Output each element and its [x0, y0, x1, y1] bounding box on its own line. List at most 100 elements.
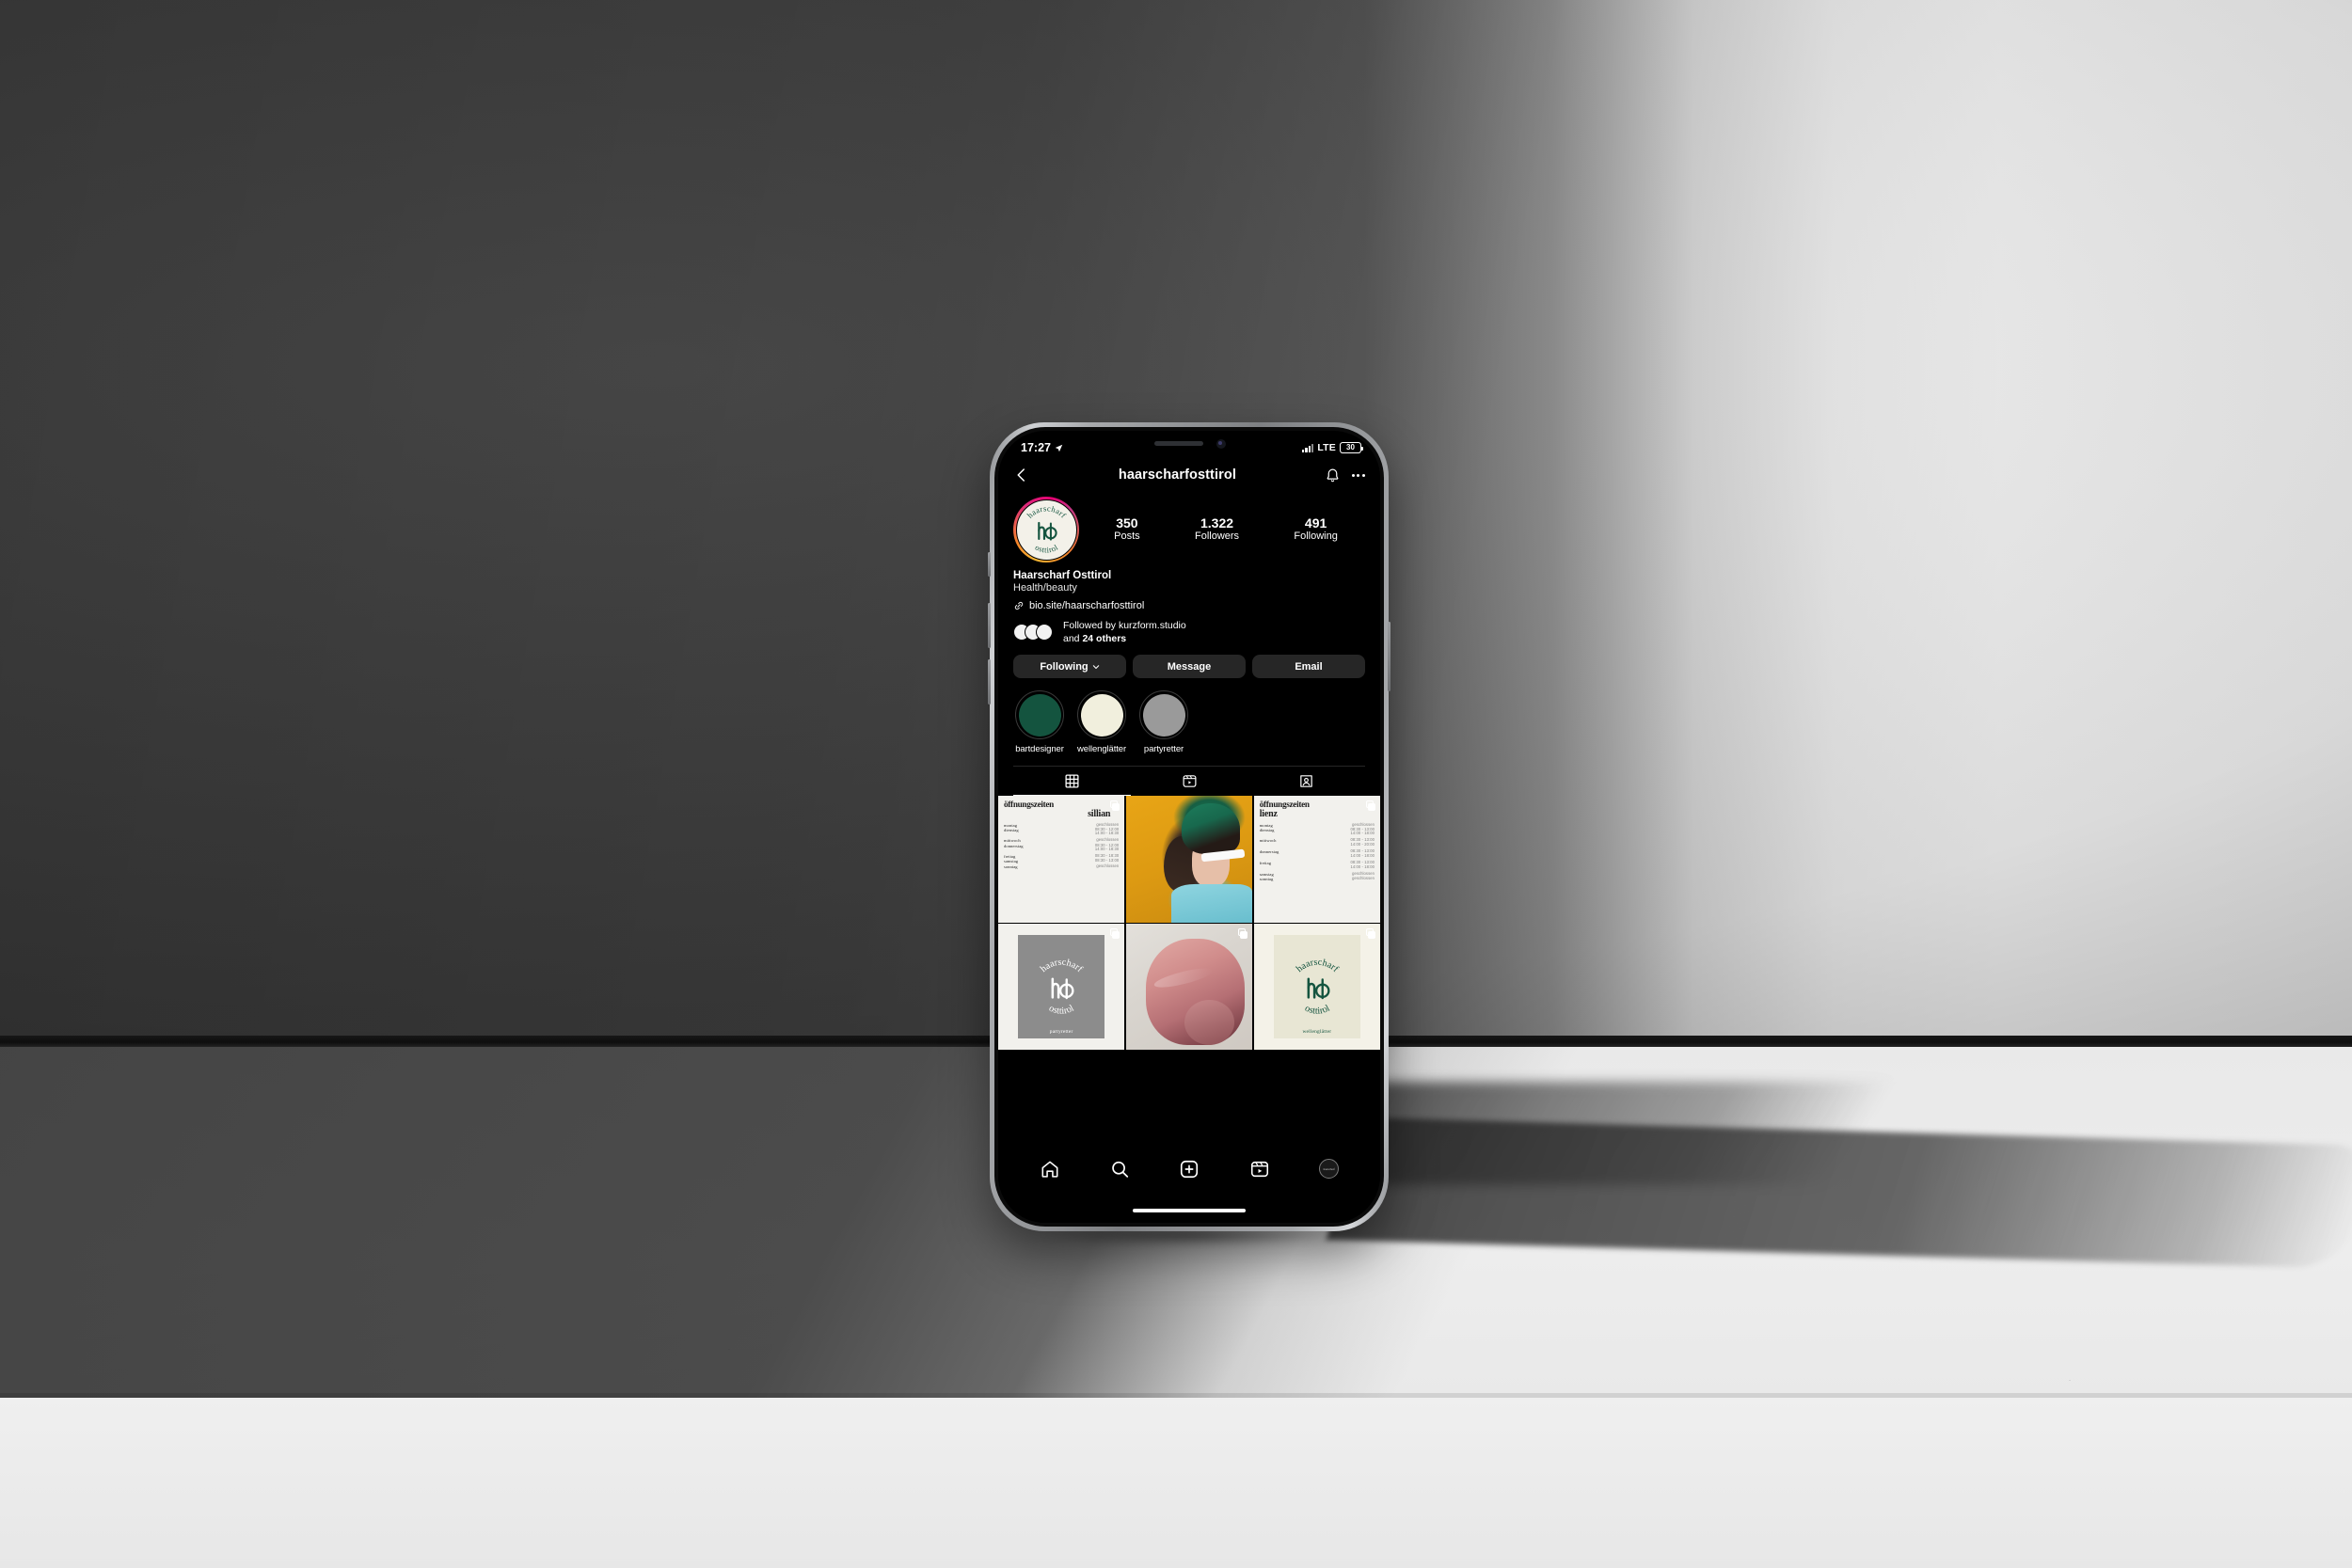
- opening-hours-day: sonntag: [1259, 876, 1274, 881]
- opening-hours-row: dienstag 08:30 - 13:00 14:00 - 18:00: [1260, 826, 1375, 836]
- battery-level: 30: [1346, 443, 1355, 451]
- home-indicator[interactable]: [1133, 1208, 1246, 1212]
- bio-link-row[interactable]: bio.site/haarscharfosttirol: [1013, 600, 1365, 611]
- opening-hours-card: öffnungszeiten sillian montag geschlossen…: [998, 796, 1125, 923]
- opening-hours-day: donnerstag: [1259, 849, 1279, 855]
- followed-by-user: kurzform.studio: [1118, 620, 1186, 631]
- opening-hours-row: donnerstag 08:30 - 13:00 14:00 - 18:00: [1260, 849, 1375, 858]
- followers-count: 1.322: [1200, 515, 1234, 531]
- avatar-story-ring[interactable]: haarscharf osttirol: [1013, 497, 1079, 562]
- highlight-label: wellenglätter: [1077, 744, 1127, 755]
- opening-hours-row: sonntag geschlossen: [1259, 876, 1375, 881]
- status-time: 17:27: [1021, 441, 1051, 454]
- following-count: 491: [1304, 515, 1327, 531]
- volume-up-button[interactable]: [988, 603, 991, 648]
- profile-summary: haarscharf osttirol 350 Posts 1.322 Foll…: [1013, 497, 1365, 562]
- bell-icon[interactable]: [1325, 467, 1341, 483]
- home-icon[interactable]: [1040, 1159, 1060, 1180]
- email-button[interactable]: Email: [1252, 655, 1365, 679]
- instagram-header: haarscharfosttirol: [998, 459, 1380, 491]
- tagged-icon: [1300, 775, 1312, 787]
- followed-by-count: 24 others: [1082, 633, 1127, 645]
- post-cell[interactable]: öffnungszeiten sillian montag geschlossen…: [998, 796, 1125, 923]
- followed-by-text: Followed by kurzform.studio and 24 others: [1063, 619, 1186, 645]
- story-highlights: bartdesigner wellenglätter partyretter: [1013, 690, 1365, 754]
- carousel-icon: [1109, 928, 1120, 939]
- stamp-graphic: haarscharf osttirol: [1015, 932, 1108, 1042]
- ellipsis-icon[interactable]: [1351, 473, 1365, 477]
- carousel-icon: [1237, 928, 1248, 939]
- reels-icon[interactable]: [1249, 1159, 1270, 1180]
- opening-hours-rows: montag geschlossen dienstag 08:30 - 12:00 14…: [1004, 822, 1119, 869]
- power-button[interactable]: [1388, 622, 1391, 691]
- grid-icon: [1065, 774, 1079, 788]
- stat-posts[interactable]: 350 Posts: [1114, 515, 1140, 543]
- avatar[interactable]: haarscharf osttirol: [1015, 499, 1077, 561]
- reels-icon: [1183, 775, 1196, 787]
- opening-hours-time: 08:30 - 13:00 14:00 - 18:00: [1350, 848, 1375, 858]
- post-photo-green-hair: [1125, 796, 1253, 923]
- brand-logo-icon: haarscharf osttirol: [1039, 958, 1085, 1017]
- opening-hours-row: donnerstag 08:30 - 12:00 14:00 - 18:30: [1004, 843, 1119, 852]
- highlight-partyretter[interactable]: partyretter: [1139, 690, 1188, 754]
- following-button[interactable]: Following: [1013, 655, 1126, 679]
- profile-avatar-nav[interactable]: haarscharf: [1318, 1159, 1339, 1179]
- status-bar: 17:27 LTE 30: [998, 431, 1380, 459]
- followed-avatar: [1036, 624, 1053, 641]
- opening-hours-day: mittwoch: [1259, 838, 1277, 844]
- opening-hours-time: 08:30 - 13:00 14:00 - 20:00: [1350, 837, 1375, 847]
- hair-bun: [1184, 999, 1235, 1046]
- denim-jacket: [1171, 884, 1253, 923]
- post-cell[interactable]: [1125, 796, 1253, 923]
- svg-text:haarscharf: haarscharf: [1039, 958, 1085, 975]
- silent-switch[interactable]: [988, 552, 991, 577]
- profile-body: haarscharf osttirol 350 Posts 1.322 Foll…: [998, 497, 1380, 797]
- tab-reels[interactable]: [1131, 767, 1248, 795]
- highlight-cover: [1139, 690, 1188, 740]
- post-cell[interactable]: haarscharf osttirol: [998, 924, 1125, 1051]
- followed-by-and: and: [1063, 633, 1083, 645]
- network-label: LTE: [1317, 442, 1336, 453]
- stamp-word: partyretter: [1049, 1029, 1073, 1036]
- stat-followers[interactable]: 1.322 Followers: [1195, 515, 1239, 543]
- header-actions: [1325, 467, 1365, 483]
- post-cell[interactable]: öffnungszeiten lienz montag geschlossen di…: [1253, 796, 1380, 923]
- cellular-bars-icon: [1302, 443, 1314, 452]
- tab-tagged[interactable]: [1248, 767, 1365, 795]
- plus-square-icon[interactable]: [1179, 1159, 1200, 1180]
- location-arrow-icon: [1055, 444, 1063, 451]
- message-button[interactable]: Message: [1133, 655, 1246, 679]
- email-button-label: Email: [1295, 660, 1323, 673]
- brand-logo-icon: haarscharf osttirol: [1295, 958, 1341, 1017]
- tab-grid[interactable]: [1013, 767, 1131, 797]
- phone-device: 17:27 LTE 30 haarscharfosttirol haarscha…: [988, 422, 1391, 1231]
- opening-hours-card: öffnungszeiten lienz montag geschlossen di…: [1253, 796, 1380, 923]
- hair-green: [1181, 803, 1240, 855]
- opening-hours-row: sonntag geschlossen: [1004, 863, 1119, 869]
- followers-label: Followers: [1194, 531, 1240, 543]
- profile-stats: 350 Posts 1.322 Followers 491 Following: [1079, 515, 1365, 543]
- carousel-icon: [1365, 800, 1375, 811]
- post-photo-pink-updo: [1125, 924, 1253, 1051]
- brand-logo-icon: haarscharf osttirol: [1025, 503, 1068, 554]
- status-bar-right: LTE 30: [1302, 442, 1364, 453]
- highlight-bartdesigner[interactable]: bartdesigner: [1015, 690, 1064, 754]
- stat-following[interactable]: 491 Following: [1294, 515, 1337, 543]
- search-icon[interactable]: [1109, 1159, 1130, 1180]
- opening-hours-row: freitag 08:30 - 13:00 14:00 - 18:00: [1260, 860, 1375, 869]
- opening-hours-location: lienz: [1259, 808, 1278, 819]
- posts-grid-wrapper: öffnungszeiten sillian montag geschlossen…: [998, 796, 1380, 1051]
- profile-category: Health/beauty: [1013, 582, 1077, 594]
- post-cell[interactable]: haarscharf osttirol: [1253, 924, 1380, 1051]
- opening-hours-time: 08:30 - 13:00 14:00 - 18:00: [1350, 826, 1375, 836]
- highlight-wellenglatter[interactable]: wellenglätter: [1077, 690, 1126, 754]
- profile-tabs: [1013, 766, 1365, 797]
- display-name: Haarscharf Osttirol: [1013, 570, 1112, 581]
- chevron-left-icon[interactable]: [1013, 467, 1030, 483]
- post-cell[interactable]: [1125, 924, 1253, 1051]
- followed-by-row[interactable]: Followed by kurzform.studio and 24 others: [1013, 619, 1365, 645]
- post-stamp-wellenglatter: haarscharf osttirol wellenglätter: [1253, 924, 1380, 1051]
- status-bar-left: 17:27: [1021, 441, 1063, 454]
- followed-by-prefix: Followed by: [1063, 620, 1119, 631]
- volume-down-button[interactable]: [988, 659, 991, 705]
